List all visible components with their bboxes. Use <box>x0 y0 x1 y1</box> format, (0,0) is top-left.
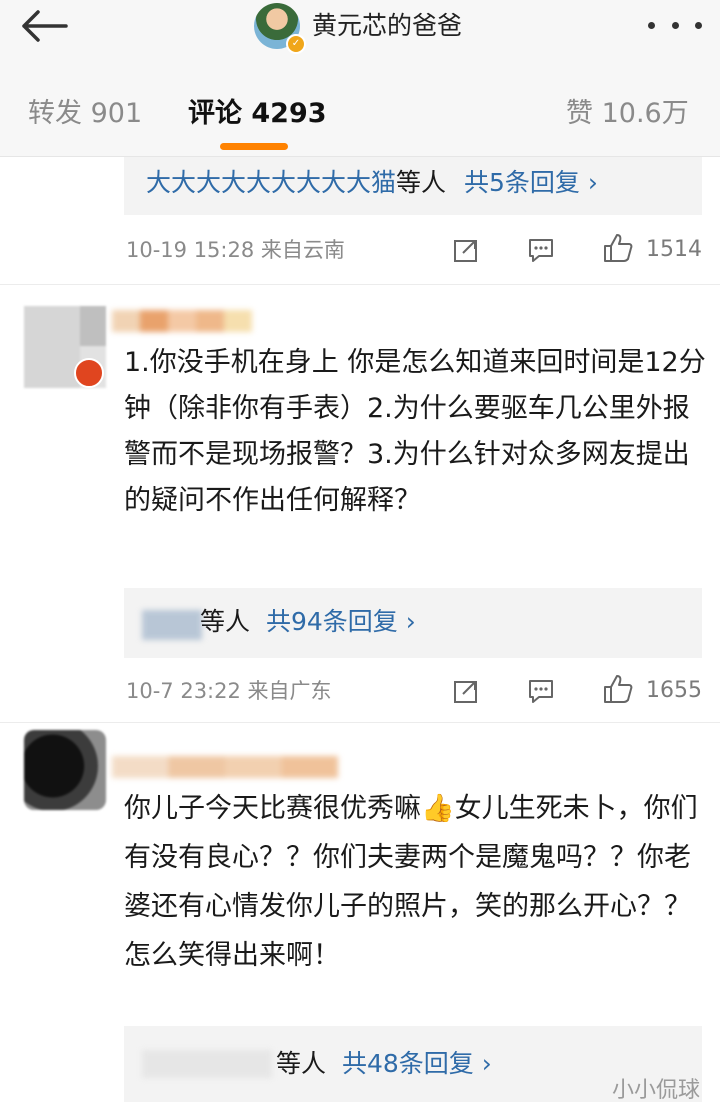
reply-author-names-redacted <box>142 1050 272 1078</box>
active-tab-indicator <box>220 143 288 150</box>
verified-badge-icon: ✓ <box>286 34 306 54</box>
like-icon[interactable] <box>602 673 634 705</box>
like-count: 1514 <box>646 237 702 262</box>
reply-summary[interactable]: 大大大大大大大大大猫等人 共5条回复 › <box>124 157 702 215</box>
author-name-redacted[interactable] <box>112 310 252 332</box>
reply-suffix: 等人 <box>200 607 251 636</box>
tab-repost[interactable]: 转发 901 <box>28 94 142 134</box>
tab-bar: 转发 901 评论 4293 赞 10.6万 <box>0 70 720 157</box>
like-count: 1655 <box>646 678 702 703</box>
tab-comments[interactable]: 评论 4293 <box>188 94 327 134</box>
view-replies-link[interactable]: 共5条回复 › <box>464 168 598 197</box>
reply-author-names-redacted <box>142 610 202 640</box>
comment-meta: 10-7 23:22 来自广东 <box>126 679 332 703</box>
view-replies-link[interactable]: 共94条回复 › <box>266 607 416 636</box>
official-badge-icon <box>74 358 104 388</box>
watermark: 小小侃球 <box>612 1078 701 1103</box>
reply-suffix: 等人 <box>276 1049 327 1078</box>
comment-text: 你儿子今天比赛很优秀嘛👍女儿生死未卜，你们有没有良心？？你们夫妻两个是魔鬼吗？？… <box>124 793 698 971</box>
comment-icon[interactable] <box>527 677 555 705</box>
avatar[interactable] <box>24 730 106 810</box>
view-replies-link[interactable]: 共48条回复 › <box>342 1049 492 1078</box>
tab-likes[interactable]: 赞 10.6万 <box>566 94 689 134</box>
top-bar: ✓ 黄元芯的爸爸 <box>0 0 720 70</box>
like-icon[interactable] <box>602 232 634 264</box>
more-dots-icon[interactable] <box>648 10 702 40</box>
divider <box>0 722 720 723</box>
repost-icon[interactable] <box>452 236 480 264</box>
reply-author-names[interactable]: 大大大大大大大大大猫 <box>146 168 396 197</box>
page-title[interactable]: 黄元芯的爸爸 <box>312 6 462 46</box>
repost-icon[interactable] <box>452 677 480 705</box>
reply-suffix: 等人 <box>396 168 447 197</box>
comment-meta: 10-19 15:28 来自云南 <box>126 238 345 262</box>
reply-summary[interactable]: 等人 共94条回复 › <box>124 588 702 658</box>
author-name-redacted[interactable] <box>112 756 338 778</box>
back-arrow-icon[interactable] <box>14 6 74 46</box>
comment-text: 1.你没手机在身上 你是怎么知道来回时间是12分钟（除非你有手表）2.为什么要驱… <box>124 347 706 516</box>
divider <box>0 284 720 285</box>
comment-icon[interactable] <box>527 236 555 264</box>
